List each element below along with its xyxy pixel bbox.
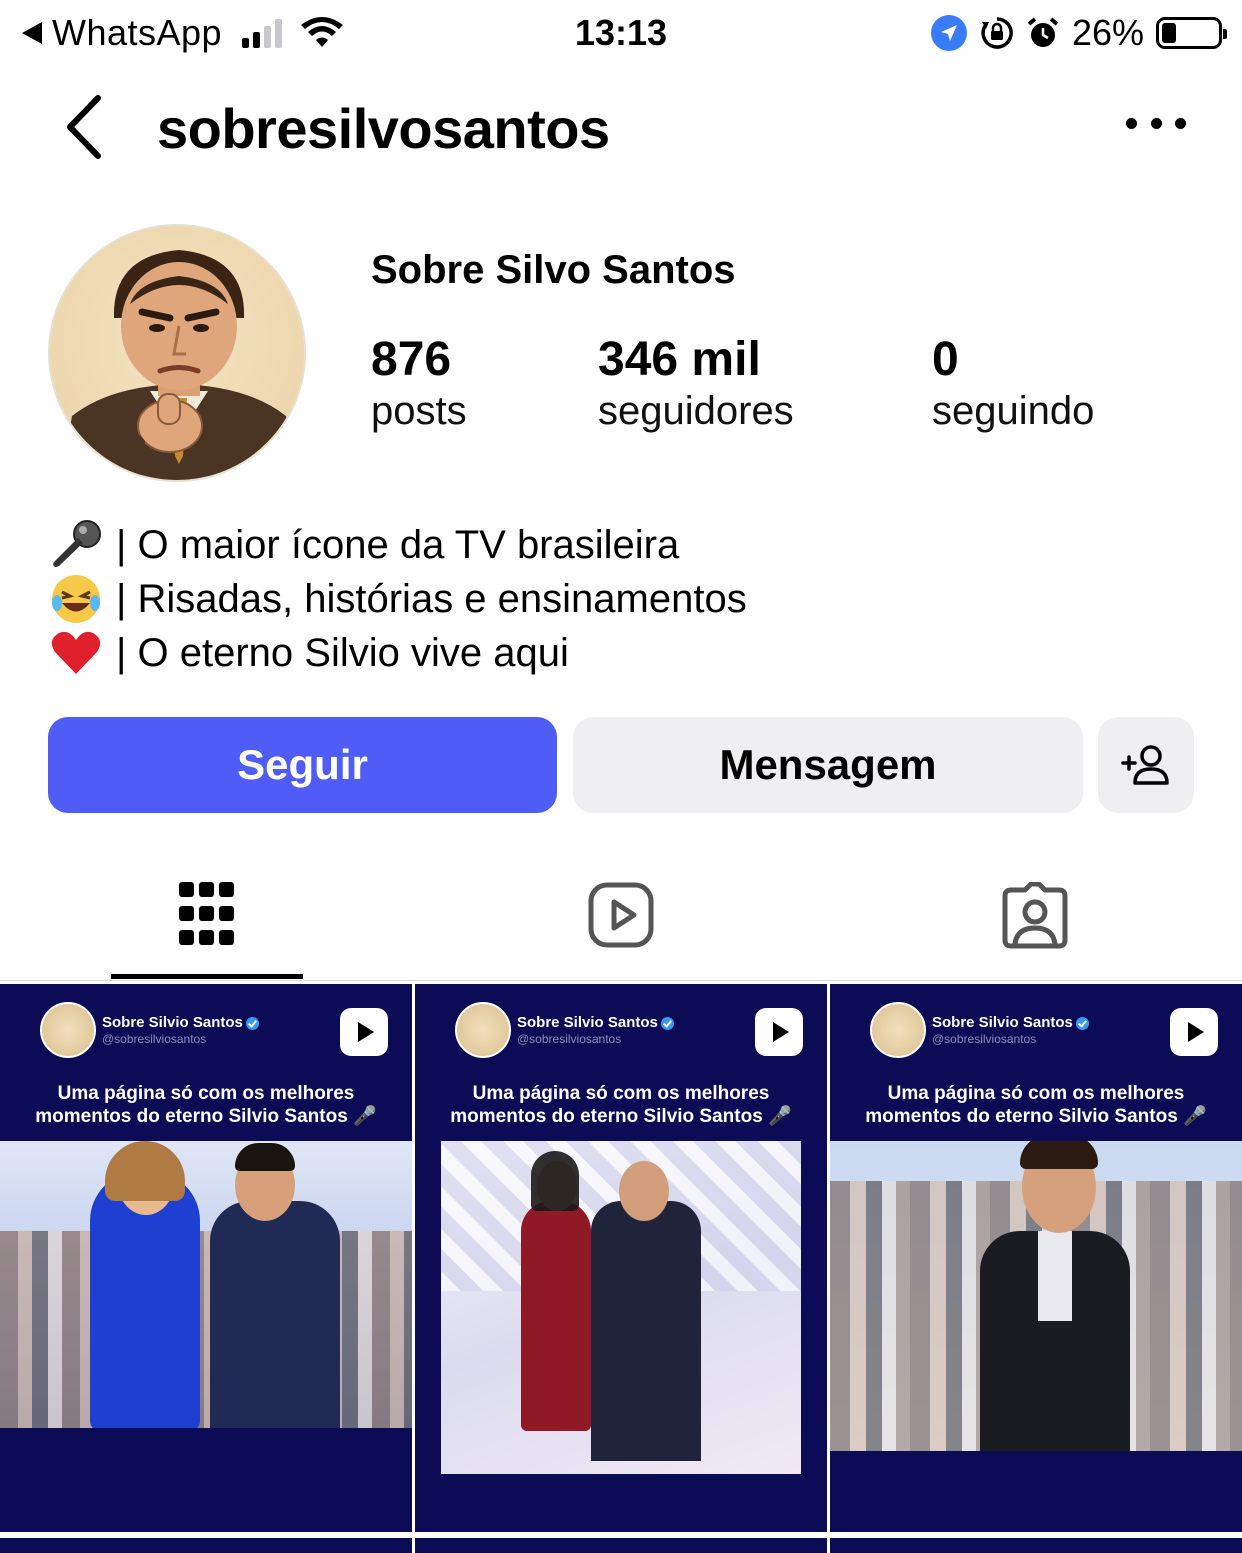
following-count-value: 0: [932, 333, 959, 386]
reels-icon: [588, 882, 654, 948]
post-caption-line: momentos do eterno Silvio Santos 🎤: [865, 1106, 1207, 1127]
posts-count-value: 876: [371, 333, 452, 386]
post-caption-line: momentos do eterno Silvio Santos 🎤: [450, 1106, 792, 1127]
battery-percentage: 26%: [1071, 12, 1144, 53]
reel-play-icon: [1170, 1008, 1218, 1056]
heart-icon: [48, 626, 104, 680]
add-person-icon: [1121, 745, 1169, 785]
post-caption-line: Uma página só com os melhores: [887, 1083, 1185, 1104]
laughing-emoji-icon: [48, 572, 104, 626]
grid-icon: [179, 882, 234, 945]
profile-display-name: Sobre Silvo Santos: [371, 248, 736, 292]
tabs-divider: [0, 980, 1242, 981]
tagged-icon: [1002, 882, 1068, 949]
post-thumbnail[interactable]: [415, 1538, 827, 1553]
verified-badge-icon: [245, 1016, 259, 1030]
tab-tagged[interactable]: [939, 860, 1131, 982]
profile-avatar[interactable]: [48, 224, 306, 482]
orientation-lock-icon: [981, 17, 1013, 49]
post-account-name: Sobre Silvio Santos: [102, 1014, 243, 1031]
video-frame: [441, 1141, 801, 1474]
post-thumbnail[interactable]: Sobre Silvio Santos @sobresilviosantos U…: [830, 984, 1242, 1532]
post-caption: Uma página só com os melhores momentos d…: [415, 1082, 827, 1128]
post-avatar: [455, 1002, 511, 1058]
post-caption-line: Uma página só com os melhores: [472, 1083, 770, 1104]
bio-line: | Risadas, histórias e ensinamentos: [48, 572, 747, 626]
post-handle: @sobresilviosantos: [517, 1032, 622, 1046]
following-count-label: seguindo: [932, 389, 1095, 433]
profile-tabs: [0, 860, 1242, 982]
bio-text: | Risadas, histórias e ensinamentos: [116, 577, 747, 621]
post-thumbnail[interactable]: Sobre Silvio Santos @sobresilviosantos U…: [415, 984, 827, 1532]
battery-icon: [1156, 17, 1227, 49]
video-frame: [0, 1141, 412, 1428]
status-bar: WhatsApp 13:13 26%: [0, 0, 1242, 66]
post-account: Sobre Silvio Santos @sobresilviosantos: [870, 1002, 1089, 1058]
post-caption-line: momentos do eterno Silvio Santos 🎤: [35, 1106, 377, 1127]
more-options-icon[interactable]: [1126, 118, 1186, 134]
reel-play-icon: [755, 1008, 803, 1056]
post-thumbnail[interactable]: [0, 1538, 412, 1553]
microphone-icon: [48, 518, 104, 572]
verified-badge-icon: [660, 1016, 674, 1030]
followers-count-value: 346 mil: [598, 333, 761, 386]
post-avatar: [40, 1002, 96, 1058]
bio-line: | O maior ícone da TV brasileira: [48, 518, 747, 572]
posts-grid: Sobre Silvio Santos @sobresilviosantos U…: [0, 984, 1242, 1553]
bio-line: | O eterno Silvio vive aqui: [48, 626, 747, 680]
post-caption: Uma página só com os melhores momentos d…: [0, 1082, 412, 1128]
location-icon: [930, 15, 967, 51]
alarm-icon: [1027, 17, 1059, 47]
post-account-name: Sobre Silvio Santos: [932, 1014, 1073, 1031]
tab-reels[interactable]: [525, 860, 717, 982]
post-thumbnail[interactable]: Sobre Silvio Santos @sobresilviosantos U…: [0, 984, 412, 1532]
tab-grid[interactable]: [111, 860, 303, 982]
post-thumbnail[interactable]: [830, 1538, 1242, 1553]
verified-badge-icon: [1075, 1016, 1089, 1030]
bio-text: | O maior ícone da TV brasileira: [116, 523, 680, 567]
back-chevron-icon[interactable]: [58, 94, 118, 160]
post-caption-line: Uma página só com os melhores: [57, 1083, 355, 1104]
follow-button[interactable]: Seguir: [48, 717, 557, 813]
profile-header: sobresilvosantos: [0, 80, 1242, 180]
profile-bio: | O maior ícone da TV brasileira | Risad…: [48, 518, 747, 680]
video-frame: [830, 1141, 1242, 1451]
active-tab-indicator: [111, 974, 303, 979]
following-count[interactable]: 0 seguindo: [932, 332, 1094, 434]
post-handle: @sobresilviosantos: [932, 1032, 1037, 1046]
posts-count-label: posts: [371, 389, 467, 433]
reel-play-icon: [340, 1008, 388, 1056]
message-button[interactable]: Mensagem: [573, 717, 1083, 813]
bio-text: | O eterno Silvio vive aqui: [116, 631, 569, 675]
post-avatar: [870, 1002, 926, 1058]
profile-username: sobresilvosantos: [157, 97, 610, 160]
post-account: Sobre Silvio Santos @sobresilviosantos: [455, 1002, 674, 1058]
followers-count[interactable]: 346 mil seguidores: [598, 332, 794, 434]
followers-count-label: seguidores: [598, 389, 794, 433]
post-account: Sobre Silvio Santos @sobresilviosantos: [40, 1002, 259, 1058]
status-icons: 26%: [930, 12, 1227, 54]
post-account-name: Sobre Silvio Santos: [517, 1014, 658, 1031]
post-handle: @sobresilviosantos: [102, 1032, 207, 1046]
avatar-illustration: [60, 250, 298, 480]
suggest-friends-button[interactable]: [1098, 717, 1194, 813]
posts-count[interactable]: 876 posts: [371, 332, 467, 434]
post-caption: Uma página só com os melhores momentos d…: [830, 1082, 1242, 1128]
